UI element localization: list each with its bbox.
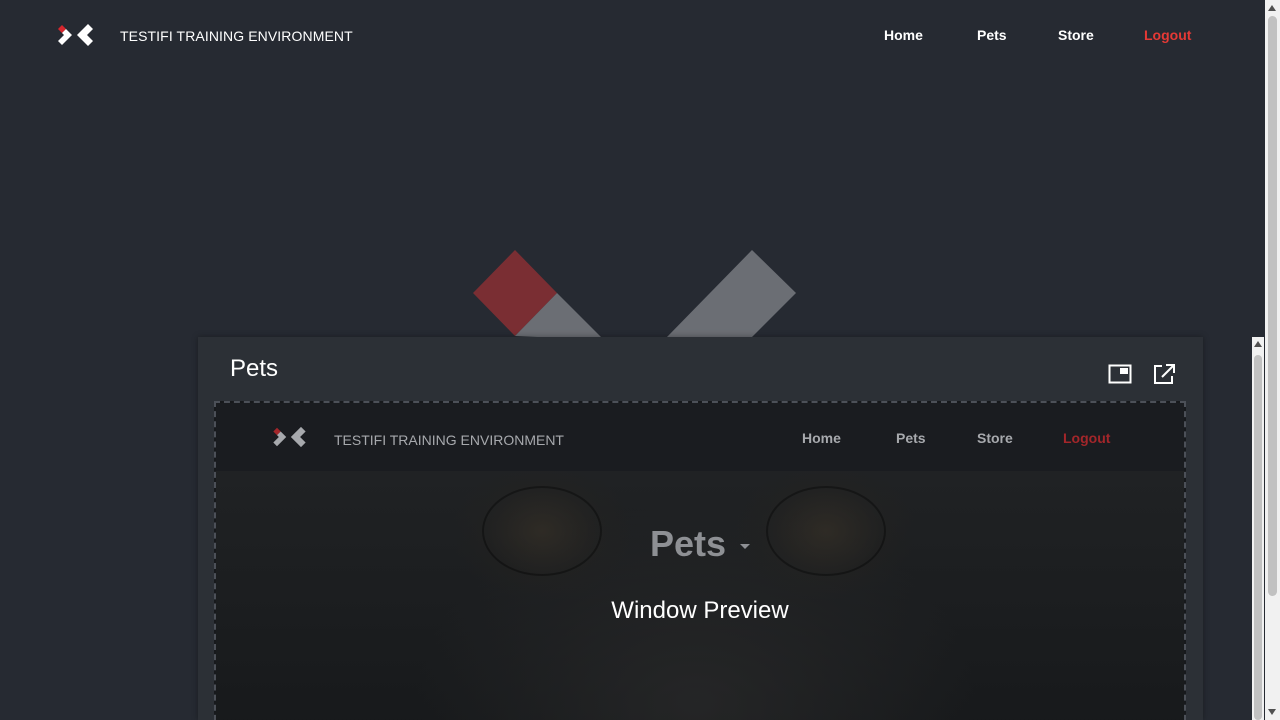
testifi-logo-icon[interactable] — [57, 22, 93, 48]
brand-title: TESTIFI TRAINING ENVIRONMENT — [120, 28, 353, 44]
window-preview-label: Window Preview — [611, 597, 789, 624]
preview-logo-icon[interactable] — [272, 425, 306, 449]
scroll-up-arrow-icon[interactable] — [1268, 5, 1276, 11]
preview-nav-pets-link[interactable]: Pets — [896, 430, 926, 446]
preview-nav-home-link[interactable]: Home — [802, 430, 841, 446]
panel-title: Pets — [230, 355, 279, 382]
preview-hero-title[interactable]: Pets — [216, 523, 1184, 565]
pets-window-panel: Pets TESTIFI TRAINING ENVIRONMENT Home P… — [198, 337, 1203, 720]
open-external-icon[interactable] — [1152, 363, 1176, 385]
panel-scrollbar-thumb[interactable] — [1254, 355, 1262, 720]
scroll-up-arrow-icon[interactable] — [1254, 341, 1262, 347]
nav-logout-link[interactable]: Logout — [1144, 27, 1191, 43]
preview-brand-title: TESTIFI TRAINING ENVIRONMENT — [334, 432, 564, 448]
scroll-down-arrow-icon[interactable] — [1268, 709, 1276, 715]
window-preview-frame[interactable]: TESTIFI TRAINING ENVIRONMENT Home Pets S… — [214, 401, 1186, 720]
page-scrollbar[interactable] — [1265, 0, 1280, 720]
picture-in-picture-icon[interactable] — [1108, 363, 1132, 385]
panel-scrollbar[interactable] — [1252, 337, 1264, 720]
preview-hero-cat-image: Pets Window Preview — [216, 471, 1184, 720]
background-logo-watermark — [473, 250, 796, 338]
top-navigation-bar: TESTIFI TRAINING ENVIRONMENT Home Pets S… — [0, 0, 1265, 72]
preview-navigation-bar: TESTIFI TRAINING ENVIRONMENT Home Pets S… — [216, 403, 1184, 471]
preview-nav-logout-link[interactable]: Logout — [1063, 430, 1110, 446]
nav-store-link[interactable]: Store — [1058, 27, 1094, 43]
nav-home-link[interactable]: Home — [884, 27, 923, 43]
chevron-down-icon — [740, 543, 751, 549]
preview-nav-store-link[interactable]: Store — [977, 430, 1013, 446]
nav-pets-link[interactable]: Pets — [977, 27, 1007, 43]
page-scrollbar-thumb[interactable] — [1268, 16, 1277, 596]
